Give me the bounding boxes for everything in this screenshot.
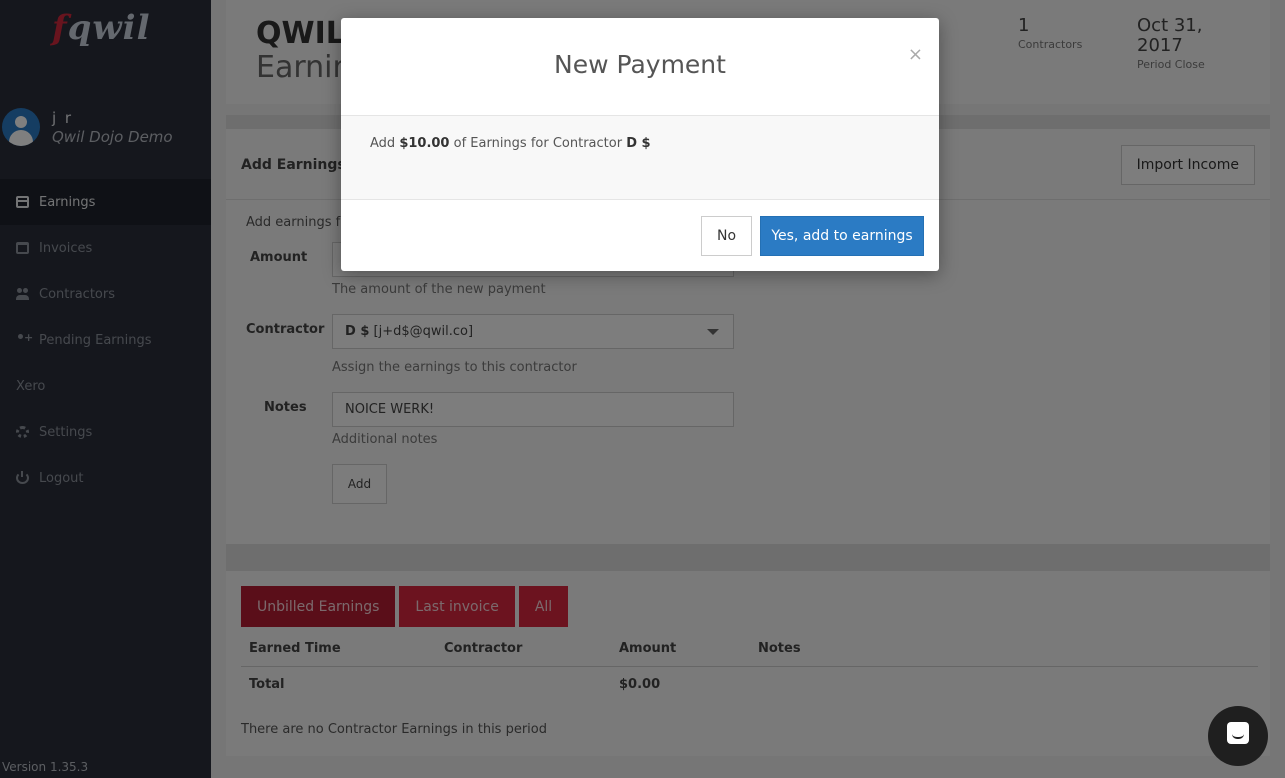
- modal-header: New Payment ×: [341, 18, 939, 116]
- chat-icon: [1227, 722, 1249, 744]
- modal-title: New Payment: [554, 50, 726, 79]
- payment-amount: $10.00: [399, 136, 450, 151]
- payment-contractor: D $: [626, 136, 651, 151]
- close-icon[interactable]: ×: [908, 44, 923, 65]
- no-button[interactable]: No: [701, 216, 752, 256]
- modal-message: Add $10.00 of Earnings for Contractor D …: [370, 136, 651, 151]
- modal-body: Add $10.00 of Earnings for Contractor D …: [341, 116, 939, 200]
- new-payment-modal: New Payment × Add $10.00 of Earnings for…: [341, 18, 939, 271]
- confirm-add-button[interactable]: Yes, add to earnings: [760, 216, 924, 256]
- chat-launcher-button[interactable]: [1208, 706, 1268, 766]
